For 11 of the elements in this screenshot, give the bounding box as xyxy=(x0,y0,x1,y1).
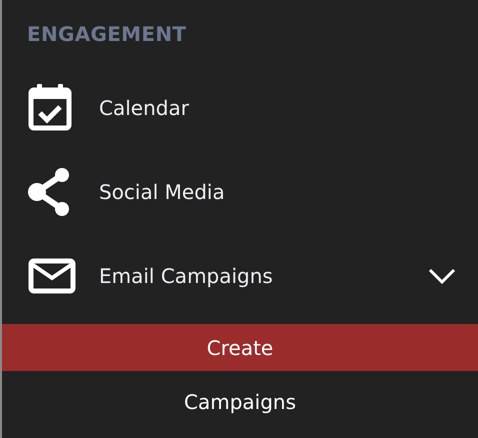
menu-item-label: Email Campaigns xyxy=(99,264,274,288)
menu-item[interactable]: Social Media xyxy=(2,150,478,234)
section-heading: ENGAGEMENT xyxy=(27,22,186,46)
menu-item[interactable]: Email Campaigns xyxy=(2,234,478,318)
calendar-check-icon xyxy=(27,84,73,132)
menu-item-label: Calendar xyxy=(99,96,190,120)
envelope-icon xyxy=(27,258,77,294)
menu-item[interactable]: Calendar xyxy=(2,66,478,150)
submenu-item[interactable]: Create xyxy=(2,324,478,371)
menu-item-label: Social Media xyxy=(99,180,226,204)
submenu-item[interactable]: Campaigns xyxy=(2,378,478,425)
